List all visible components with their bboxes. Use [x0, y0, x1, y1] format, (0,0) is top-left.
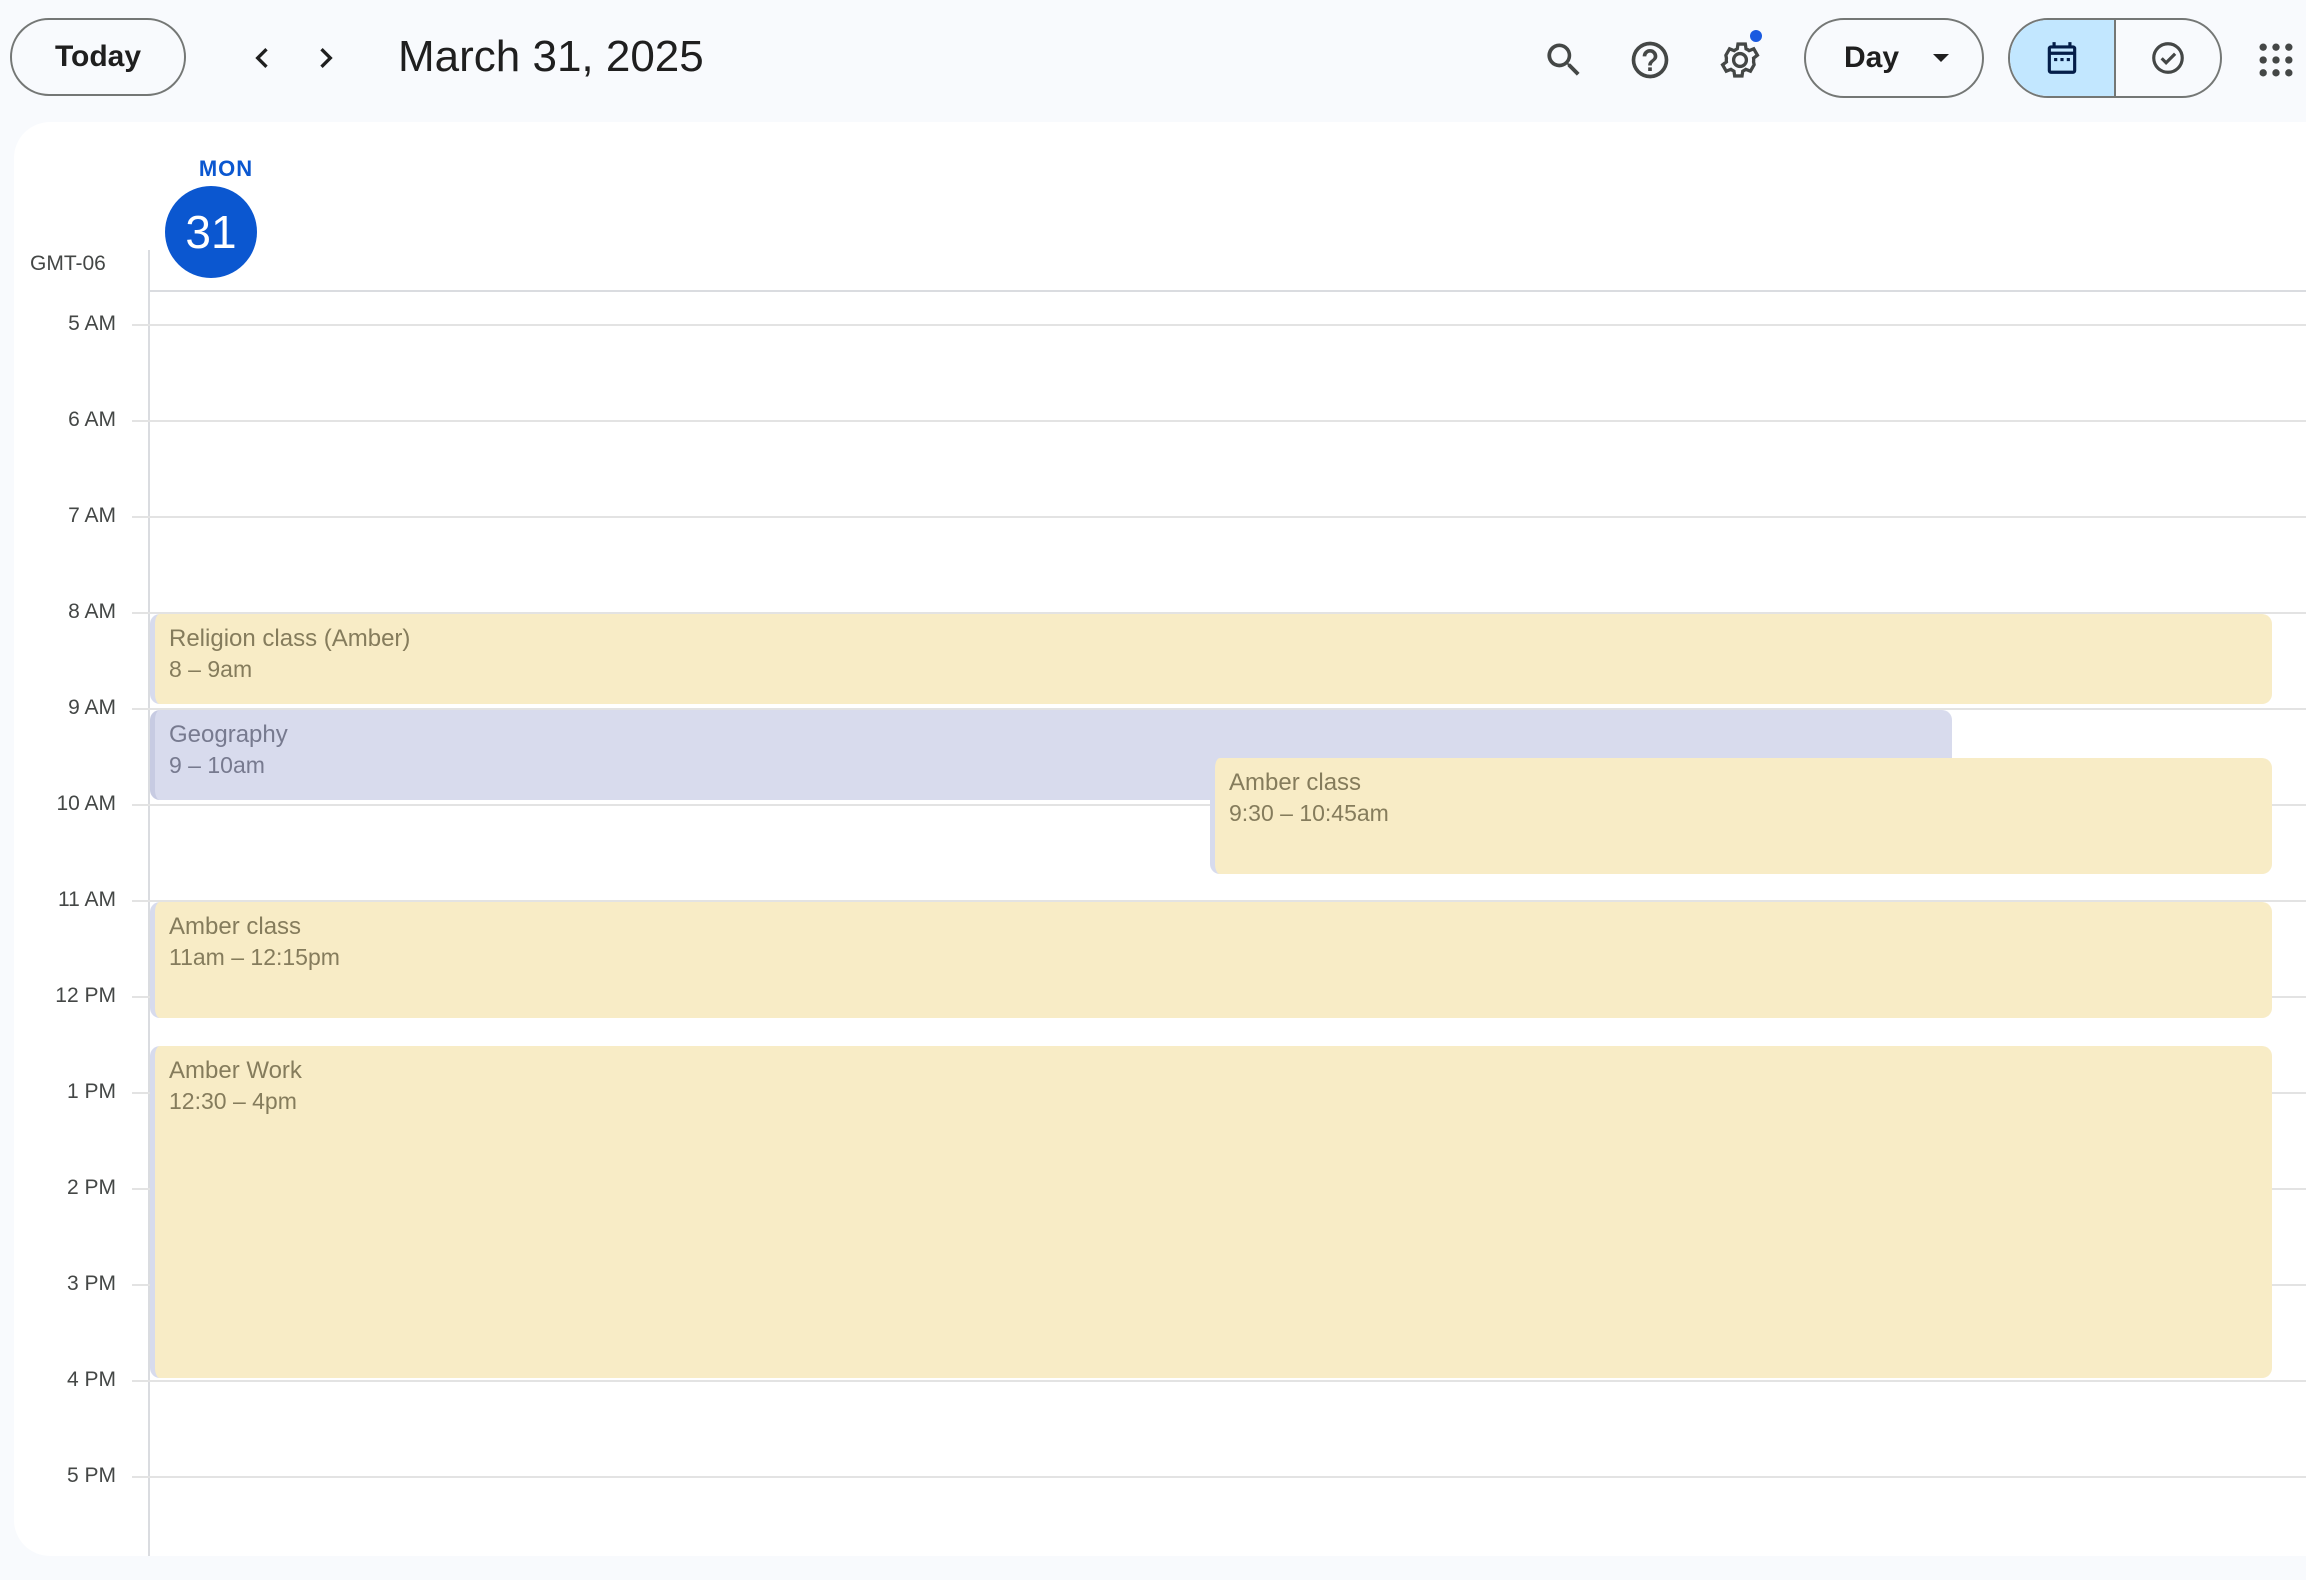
day-view-panel: MON 31 GMT-06 5 AM 6 AM 7 AM 8 AM 9 AM 1…	[14, 122, 2306, 1556]
hour-label: 11 AM	[58, 888, 116, 911]
current-date-title: March 31, 2025	[398, 32, 704, 81]
calendar-event[interactable]: Amber class 9:30 – 10:45am	[1210, 758, 2272, 874]
event-title: Religion class (Amber)	[169, 625, 411, 652]
hour-label: 12 PM	[55, 984, 116, 1007]
event-time: 9:30 – 10:45am	[1229, 800, 1389, 826]
hour-label: 2 PM	[66, 1176, 116, 1199]
event-title: Amber Work	[169, 1057, 302, 1084]
task-check-icon	[2152, 42, 2184, 74]
hour-label: 3 PM	[66, 1272, 116, 1295]
previous-day-button[interactable]	[232, 28, 292, 88]
event-time: 8 – 9am	[169, 656, 253, 682]
calendar-event[interactable]: Amber Work 12:30 – 4pm	[150, 1046, 2272, 1378]
gear-icon	[1720, 42, 1760, 78]
chevron-right-icon	[320, 48, 333, 68]
tasks-view-toggle[interactable]	[2116, 20, 2220, 96]
hour-label: 8 AM	[68, 600, 116, 623]
view-selector-label: Day	[1844, 41, 1900, 74]
weekday-label: MON	[198, 156, 254, 181]
event-time: 11am – 12:15pm	[169, 944, 340, 970]
apps-grid-icon	[2259, 43, 2293, 77]
timezone-label: GMT-06	[30, 252, 106, 275]
calendar-icon	[2047, 42, 2077, 74]
notification-dot	[1750, 30, 1762, 42]
calendar-event[interactable]: Amber class 11am – 12:15pm	[150, 902, 2272, 1018]
event-time: 12:30 – 4pm	[169, 1088, 297, 1114]
search-button[interactable]	[1532, 28, 1596, 92]
hour-gridline	[132, 324, 2306, 326]
calendar-event[interactable]: Religion class (Amber) 8 – 9am	[150, 614, 2272, 704]
hour-label: 9 AM	[68, 696, 116, 719]
apps-button[interactable]	[2244, 28, 2306, 92]
hour-label: 6 AM	[68, 408, 116, 431]
search-icon	[1547, 43, 1580, 76]
hour-label: 5 AM	[68, 312, 116, 335]
next-day-button[interactable]	[296, 28, 356, 88]
hour-gridline	[132, 1476, 2306, 1478]
hour-label: 5 PM	[66, 1464, 116, 1487]
settings-button[interactable]	[1708, 28, 1772, 92]
hour-label: 7 AM	[68, 504, 116, 527]
hour-gridline	[132, 1380, 2306, 1382]
caret-down-icon	[1933, 54, 1950, 62]
hour-gridline	[132, 516, 2306, 518]
help-icon	[1631, 41, 1669, 79]
hour-label: 4 PM	[66, 1368, 116, 1391]
hour-label: 1 PM	[66, 1080, 116, 1103]
hour-label: 10 AM	[56, 792, 116, 815]
chevron-left-icon	[255, 48, 268, 68]
view-toggle-group	[2008, 18, 2222, 98]
view-selector-dropdown[interactable]: Day	[1804, 18, 1984, 98]
header-divider-vertical	[148, 250, 150, 292]
event-title: Amber class	[1229, 769, 1362, 796]
calendar-view-toggle[interactable]	[2010, 20, 2116, 96]
top-toolbar: Today March 31, 2025 Day	[0, 0, 2306, 120]
help-button[interactable]	[1618, 28, 1682, 92]
event-title: Geography	[169, 721, 288, 748]
hour-gridline	[132, 420, 2306, 422]
header-divider	[148, 290, 2306, 292]
today-button[interactable]: Today	[10, 18, 186, 96]
event-title: Amber class	[169, 913, 302, 940]
day-number-badge[interactable]: 31	[165, 186, 257, 278]
